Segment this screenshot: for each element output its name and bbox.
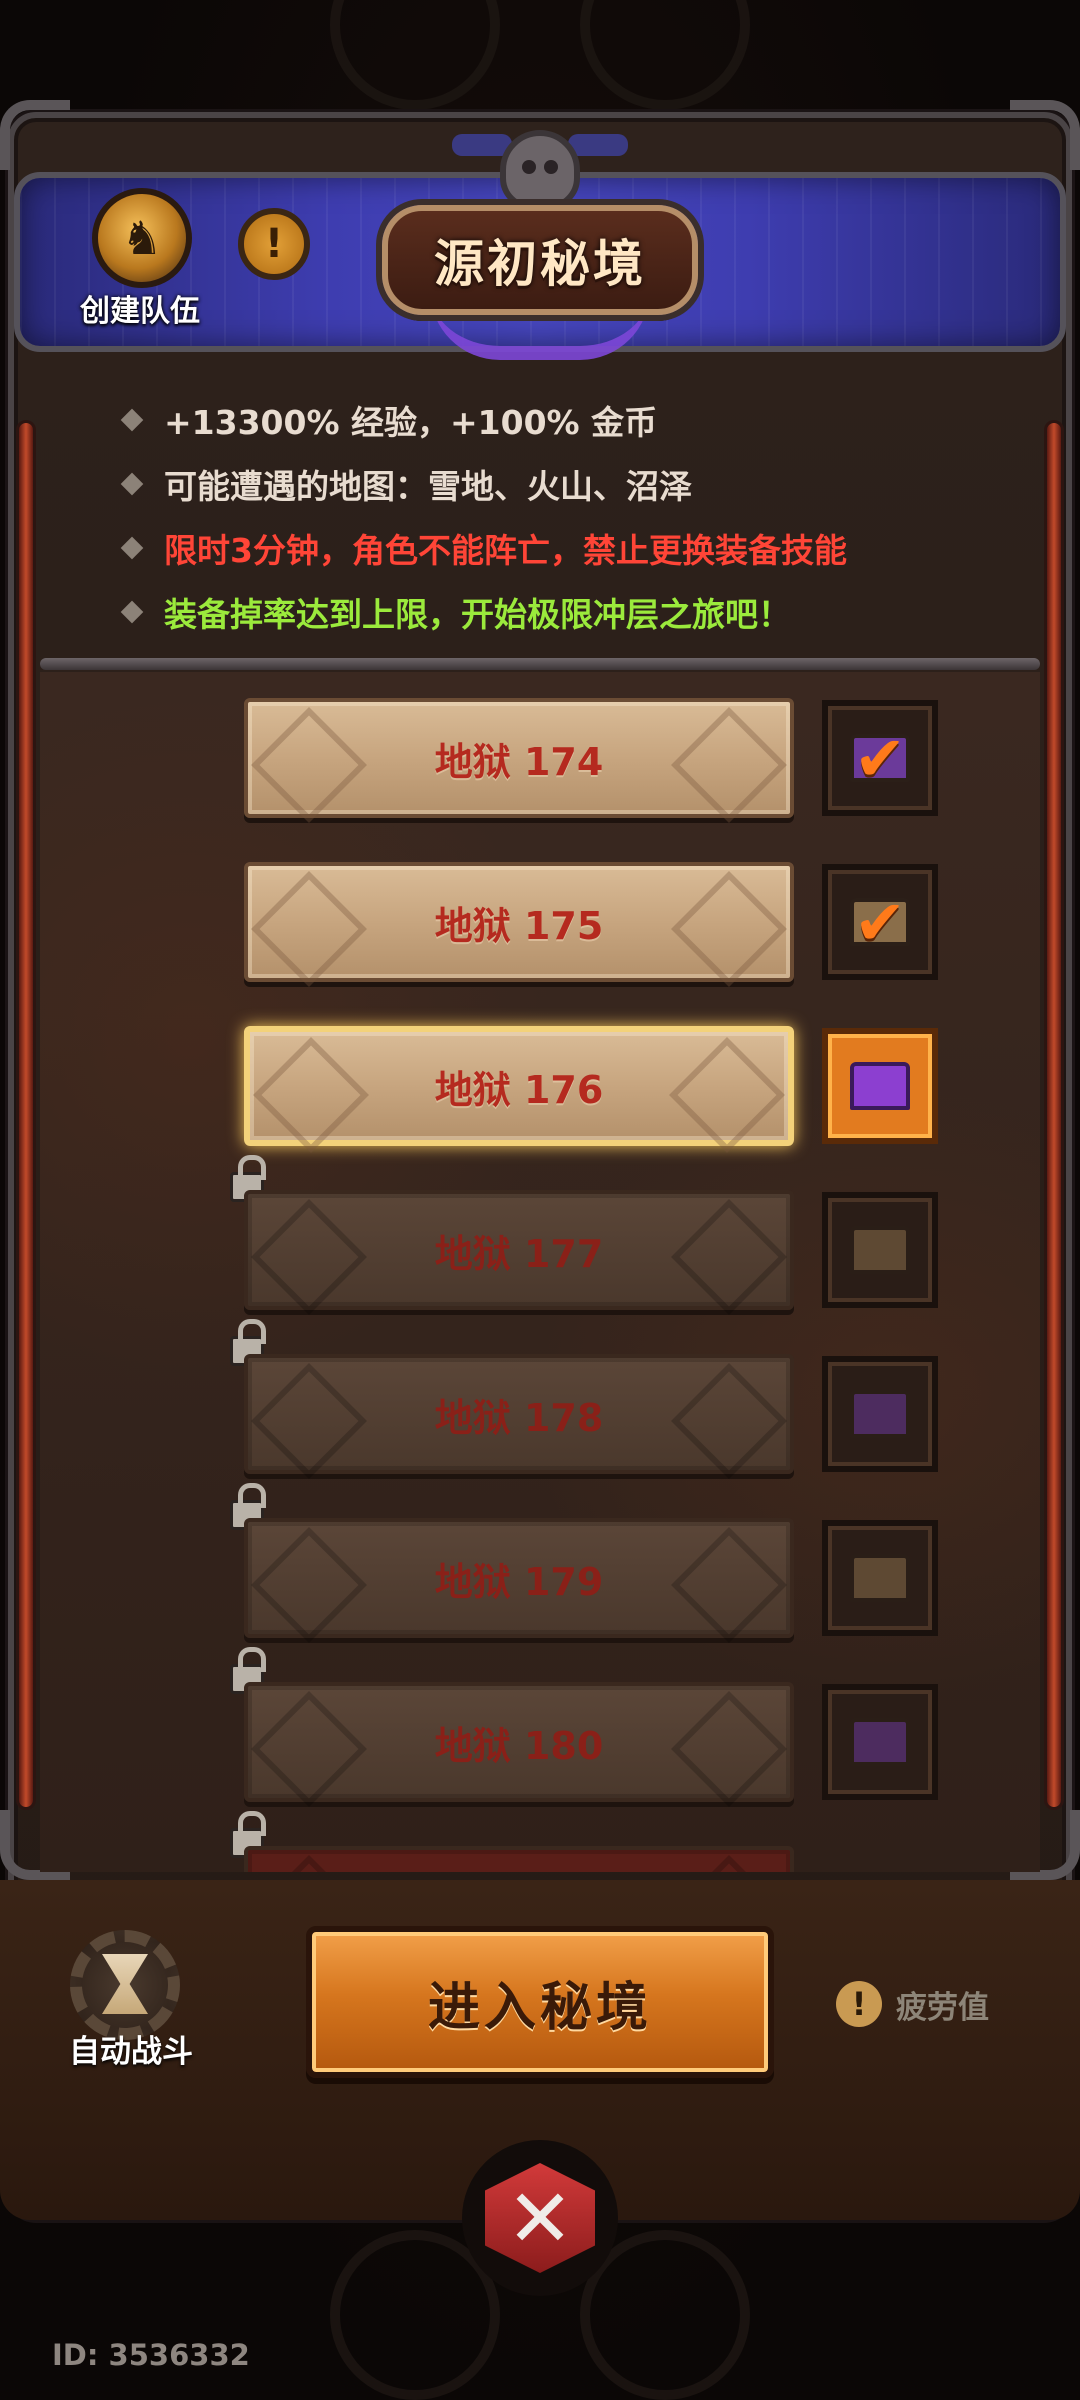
dungeon-description: +13300% 经验，+100% 金币 可能遭遇的地图：雪地、火山、沼泽 限时3… (120, 388, 980, 644)
level-row-179: 地狱 179 (40, 1483, 1040, 1638)
close-glyph: ✕ (506, 2171, 574, 2265)
player-id: ID: 3536332 (52, 2338, 250, 2372)
bullet-icon (120, 472, 144, 496)
auto-battle-button[interactable]: 自动战斗 (60, 1930, 210, 2070)
bg-ornament (330, 0, 500, 110)
reward-chest-button[interactable]: ✔ (822, 700, 938, 816)
level-label: 地狱 177 (434, 1231, 604, 1276)
description-line: 限时3分钟，角色不能阵亡，禁止更换装备技能 (120, 516, 980, 580)
chest-icon (850, 1390, 910, 1438)
divider (40, 658, 1040, 670)
fatigue-label: 疲劳值 (896, 1989, 989, 2026)
description-text: 装备掉率达到上限，开始极限冲层之旅吧！ (164, 595, 791, 634)
checkmark-icon: ✔ (854, 721, 906, 795)
close-icon: ✕ (485, 2163, 595, 2273)
description-line: 装备掉率达到上限，开始极限冲层之旅吧！ (120, 580, 980, 644)
game-screen: 源初秘境 ♞ 创建队伍 ! +13300% 经验，+100% 金币 可能遭遇的地… (0, 0, 1080, 2400)
page-title: 源初秘境 (434, 235, 646, 293)
chest-icon (850, 1718, 910, 1766)
level-button-locked[interactable]: 地狱 180 (244, 1682, 794, 1802)
reward-chest-button[interactable] (822, 1520, 938, 1636)
reward-chest-button[interactable] (822, 1356, 938, 1472)
level-label: 地狱 176 (434, 1067, 604, 1112)
bg-ornament (580, 0, 750, 110)
frame-corner (0, 100, 70, 170)
level-button-locked[interactable] (244, 1846, 794, 1872)
level-row-177: 地狱 177 (40, 1155, 1040, 1310)
level-row-174: 地狱 174 ✔ (40, 698, 1040, 818)
reward-chest-button[interactable]: ✔ (822, 864, 938, 980)
level-row-178: 地狱 178 (40, 1319, 1040, 1474)
level-button-selected[interactable]: 地狱 176 (244, 1026, 794, 1146)
bullet-icon (120, 600, 144, 624)
info-icon: ! (264, 221, 284, 267)
level-button[interactable]: 地狱 174 (244, 698, 794, 818)
description-line: 可能遭遇的地图：雪地、火山、沼泽 (120, 452, 980, 516)
checkmark-icon: ✔ (854, 885, 906, 959)
side-rail (16, 420, 36, 1810)
level-row-partial (40, 1811, 1040, 1872)
title-plate: 源初秘境 (382, 205, 698, 315)
info-button[interactable]: ! (238, 208, 310, 280)
level-row-180: 地狱 180 (40, 1647, 1040, 1802)
description-text: 可能遭遇的地图：雪地、火山、沼泽 (164, 467, 692, 506)
chest-icon (850, 1226, 910, 1274)
description-text: +13300% 经验，+100% 金币 (164, 403, 658, 442)
reward-chest-button[interactable] (822, 1028, 938, 1144)
create-team-button[interactable]: ♞ 创建队伍 (60, 188, 200, 329)
auto-battle-label: 自动战斗 (69, 2034, 193, 2070)
description-line: +13300% 经验，+100% 金币 (120, 388, 980, 452)
fatigue-info[interactable]: ! 疲劳值 (836, 1976, 989, 2032)
description-text: 限时3分钟，角色不能阵亡，禁止更换装备技能 (164, 531, 847, 570)
frame-corner (1010, 100, 1080, 170)
bullet-icon (120, 408, 144, 432)
level-button-locked[interactable]: 地狱 178 (244, 1354, 794, 1474)
level-row-176: 地狱 176 (40, 1026, 1040, 1146)
level-label: 地狱 179 (434, 1559, 604, 1604)
level-list[interactable]: 地狱 174 ✔ 地狱 175 ✔ 地狱 176 地狱 177 地狱 178 地… (40, 672, 1040, 1872)
level-label: 地狱 180 (434, 1723, 604, 1768)
warning-icon: ! (836, 1981, 882, 2027)
horn-icon: ♞ (92, 188, 192, 288)
level-button-locked[interactable]: 地狱 177 (244, 1190, 794, 1310)
reward-chest-button[interactable] (822, 1684, 938, 1800)
skull-icon (500, 130, 580, 210)
horn-ornament (568, 134, 628, 156)
enter-dungeon-label: 进入秘境 (427, 1977, 652, 2038)
create-team-label: 创建队伍 (80, 294, 200, 329)
side-rail (1044, 420, 1064, 1810)
level-label: 地狱 178 (434, 1395, 604, 1440)
reward-chest-button[interactable] (822, 1192, 938, 1308)
level-button[interactable]: 地狱 175 (244, 862, 794, 982)
close-button[interactable]: ✕ (462, 2140, 618, 2296)
enter-dungeon-button[interactable]: 进入秘境 (306, 1926, 774, 2078)
chest-icon (850, 1554, 910, 1602)
level-label: 地狱 175 (434, 903, 604, 948)
bullet-icon (120, 536, 144, 560)
level-row-175: 地狱 175 ✔ (40, 862, 1040, 982)
level-label: 地狱 174 (434, 739, 604, 784)
level-button-locked[interactable]: 地狱 179 (244, 1518, 794, 1638)
chest-icon (850, 1062, 910, 1110)
